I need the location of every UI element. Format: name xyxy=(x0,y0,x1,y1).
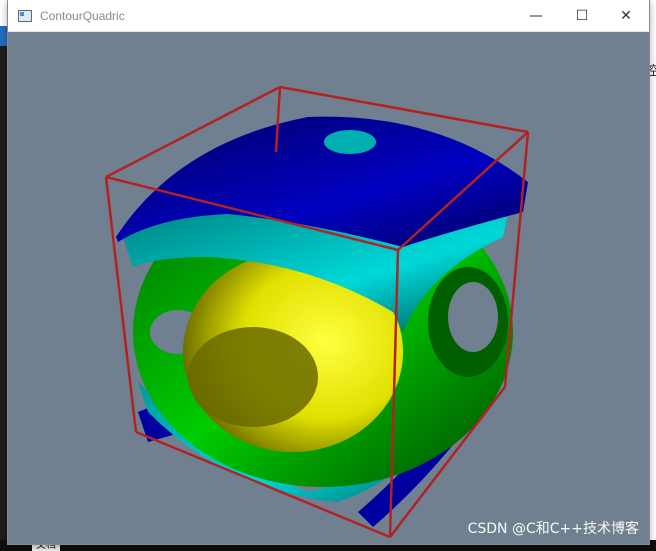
outline-edge xyxy=(104,176,138,433)
minimize-button[interactable]: — xyxy=(513,0,559,31)
watermark: CSDN @C和C++技术博客 xyxy=(467,521,639,537)
contour-scene xyxy=(104,85,530,539)
app-icon xyxy=(18,9,32,22)
yellow-surface-shadow xyxy=(188,327,318,427)
green-surface-hole-right-inner xyxy=(448,282,498,352)
title-bar[interactable]: ContourQuadric — ☐ ✕ xyxy=(8,0,649,32)
blue-surface-hole xyxy=(324,130,376,154)
render-viewport[interactable]: CSDN @C和C++技术博客 xyxy=(8,32,649,544)
window-title: ContourQuadric xyxy=(40,8,125,23)
maximize-button[interactable]: ☐ xyxy=(559,0,605,31)
contour-quadric-window: ContourQuadric — ☐ ✕ CSDN @C和C++技术博客 xyxy=(8,0,649,544)
close-button[interactable]: ✕ xyxy=(603,0,649,31)
